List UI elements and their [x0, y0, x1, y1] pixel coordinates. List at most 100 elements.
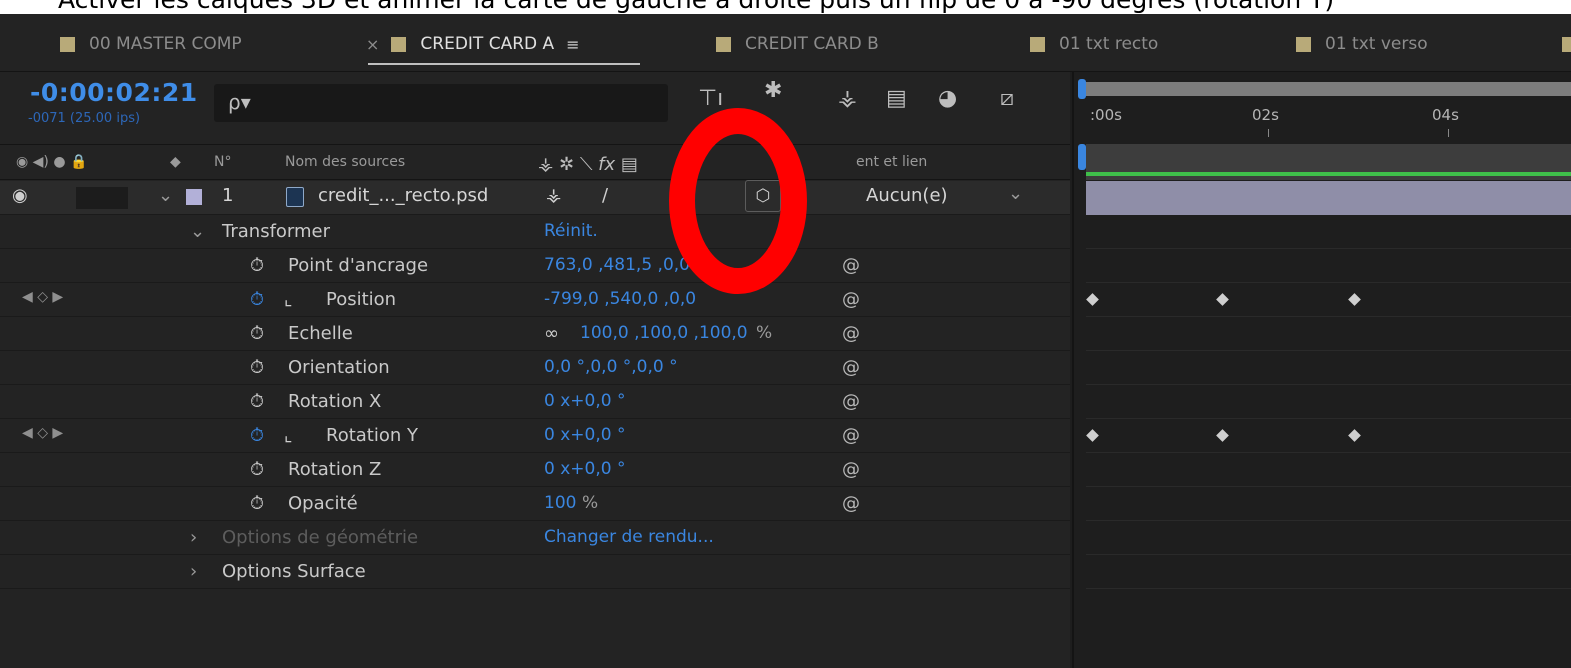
expression-pickwhip-icon[interactable]: @	[842, 459, 860, 480]
composition-swatch	[391, 36, 407, 52]
property-row-rotation-z[interactable]: ⏱ Rotation Z 0 x+0,0 ° @	[0, 453, 1070, 487]
property-name: Opacité	[288, 493, 358, 514]
group-label: Options de géométrie	[222, 527, 419, 548]
property-value[interactable]: 100,0 ,100,0 ,100,0	[580, 323, 748, 343]
surface-options-row[interactable]: › Options Surface	[0, 555, 1070, 589]
property-row-scale[interactable]: ⏱ Echelle ∞ 100,0 ,100,0 ,100,0 % @	[0, 317, 1070, 351]
shy-layers-icon[interactable]: ⚶	[838, 86, 857, 111]
property-row-rotation-y[interactable]: ◀ ◇ ▶ ⏱ ⌞ Rotation Y 0 x+0,0 ° @	[0, 419, 1070, 453]
property-unit: %	[756, 323, 773, 343]
layer-row[interactable]: ◉ ⌄ 1 credit_..._recto.psd ⚶ / Aucun(e) …	[0, 181, 1070, 215]
property-row-anchor[interactable]: ⏱ Point d'ancrage 763,0 ,481,5 ,0,0 @	[0, 249, 1070, 283]
tab-txt-verso[interactable]: 01 txt verso	[1296, 29, 1428, 59]
column-source-name[interactable]: Nom des sources	[285, 154, 405, 170]
stopwatch-icon[interactable]: ⏱	[250, 323, 264, 344]
stopwatch-icon[interactable]: ⏱	[250, 459, 264, 480]
ruler-tick	[1268, 129, 1269, 137]
expression-pickwhip-icon[interactable]: @	[842, 391, 860, 412]
property-name: Orientation	[288, 357, 390, 378]
column-headers: ◉ ◀) ● 🔒 ◆ N° Nom des sources ⚶ ✲ ⟍ fx ▤…	[0, 144, 1070, 180]
column-parent-link[interactable]: ent et lien	[856, 154, 927, 170]
composition-swatch	[60, 36, 75, 52]
ruler-label: :00s	[1090, 106, 1122, 124]
expression-pickwhip-icon[interactable]: @	[842, 357, 860, 378]
motion-blur-icon[interactable]: ◕	[938, 86, 957, 111]
frame-counter: -0071 (25.00 ips)	[28, 111, 141, 126]
tab-overflow[interactable]	[1562, 29, 1571, 59]
property-row-rotation-x[interactable]: ⏱ Rotation X 0 x+0,0 ° @	[0, 385, 1070, 419]
column-num[interactable]: N°	[214, 154, 231, 170]
timeline-row-position	[1086, 283, 1571, 317]
expression-pickwhip-icon[interactable]: @	[842, 323, 860, 344]
property-row-opacity[interactable]: ⏱ Opacité 100 % @	[0, 487, 1070, 521]
chevron-right-icon[interactable]: ›	[190, 561, 197, 582]
property-value[interactable]: 0 x+0,0 °	[544, 391, 625, 411]
stopwatch-icon[interactable]: ⏱	[250, 357, 264, 378]
timeline-row	[1086, 521, 1571, 555]
render-cache-indicator	[1086, 172, 1571, 176]
time-navigator-bar[interactable]	[1086, 82, 1571, 96]
draft-3d-icon[interactable]: ✱	[764, 78, 782, 103]
chevron-down-icon[interactable]: ⌄	[1008, 183, 1023, 204]
chevron-down-icon[interactable]: ⌄	[158, 185, 173, 206]
playhead-handle[interactable]	[1078, 144, 1086, 170]
property-row-position[interactable]: ◀ ◇ ▶ ⏱ ⌞ Position -799,0 ,540,0 ,0,0 @	[0, 283, 1070, 317]
layer-name[interactable]: credit_..._recto.psd	[318, 185, 488, 206]
property-value[interactable]: 0 x+0,0 °	[544, 425, 625, 445]
composition-swatch	[716, 36, 731, 52]
stopwatch-icon[interactable]: ⏱	[250, 425, 264, 446]
tutorial-caption: Activer les calques 3D et animer la cart…	[0, 0, 1571, 14]
property-name: Position	[326, 289, 397, 310]
property-name: Echelle	[288, 323, 353, 344]
tab-master-comp[interactable]: 00 MASTER COMP	[60, 29, 242, 59]
time-navigator-start-handle[interactable]	[1078, 79, 1086, 99]
shy-switch-icon[interactable]: ⚶	[546, 185, 561, 206]
stopwatch-icon[interactable]: ⏱	[250, 289, 264, 310]
chevron-right-icon[interactable]: ›	[190, 527, 197, 548]
eye-icon[interactable]: ◉	[12, 185, 28, 206]
graph-editor-icon[interactable]: ⧄	[1000, 86, 1014, 111]
stopwatch-icon[interactable]: ⏱	[250, 255, 264, 276]
geometry-options-row[interactable]: › Options de géométrie Changer de rendu.…	[0, 521, 1070, 555]
quality-switch-icon[interactable]: /	[602, 185, 608, 206]
layer-label-color[interactable]	[186, 189, 202, 205]
layer-search-input[interactable]: ρ▾	[214, 84, 668, 122]
change-render-link[interactable]: Changer de rendu...	[544, 527, 714, 547]
composition-swatch	[1562, 36, 1571, 52]
reset-link[interactable]: Réinit.	[544, 221, 598, 241]
ruler-label: 04s	[1432, 106, 1459, 124]
constrain-proportions-icon[interactable]: ∞	[544, 323, 559, 344]
graph-icon[interactable]: ⌞	[284, 289, 292, 310]
property-row-orientation[interactable]: ⏱ Orientation 0,0 °,0,0 °,0,0 ° @	[0, 351, 1070, 385]
expression-pickwhip-icon[interactable]: @	[842, 425, 860, 446]
parent-dropdown[interactable]: Aucun(e)	[866, 185, 948, 206]
chevron-down-icon[interactable]: ⌄	[190, 221, 205, 242]
solo-lock-switches[interactable]	[76, 187, 128, 209]
close-icon[interactable]: ×	[366, 35, 379, 54]
property-value[interactable]: 0,0 °,0,0 °,0,0 °	[544, 357, 678, 377]
frame-blending-icon[interactable]: ▤	[886, 86, 907, 111]
property-name: Rotation Z	[288, 459, 382, 480]
expression-pickwhip-icon[interactable]: @	[842, 289, 860, 310]
current-timecode[interactable]: -0:00:02:21	[30, 78, 198, 107]
active-tab-underline	[368, 63, 640, 65]
transform-group-row[interactable]: ⌄ Transformer Réinit.	[0, 215, 1070, 249]
tab-credit-card-a[interactable]: × CREDIT CARD A ≡	[366, 29, 580, 59]
timeline-row	[1086, 351, 1571, 385]
layer-duration-bar[interactable]	[1086, 181, 1571, 215]
expression-pickwhip-icon[interactable]: @	[842, 493, 860, 514]
keyframe-navigator-icon[interactable]: ◀ ◇ ▶	[22, 425, 63, 441]
tab-txt-recto[interactable]: 01 txt recto	[1030, 29, 1158, 59]
property-value[interactable]: 100	[544, 493, 576, 513]
expression-pickwhip-icon[interactable]: @	[842, 255, 860, 276]
tab-credit-card-b[interactable]: CREDIT CARD B	[716, 29, 879, 59]
stopwatch-icon[interactable]: ⏱	[250, 391, 264, 412]
group-label: Transformer	[222, 221, 331, 242]
graph-icon[interactable]: ⌞	[284, 425, 292, 446]
timeline-row	[1086, 487, 1571, 521]
property-value[interactable]: 0 x+0,0 °	[544, 459, 625, 479]
stopwatch-icon[interactable]: ⏱	[250, 493, 264, 514]
menu-icon[interactable]: ≡	[566, 35, 579, 54]
timeline-row	[1086, 249, 1571, 283]
keyframe-navigator-icon[interactable]: ◀ ◇ ▶	[22, 289, 63, 305]
